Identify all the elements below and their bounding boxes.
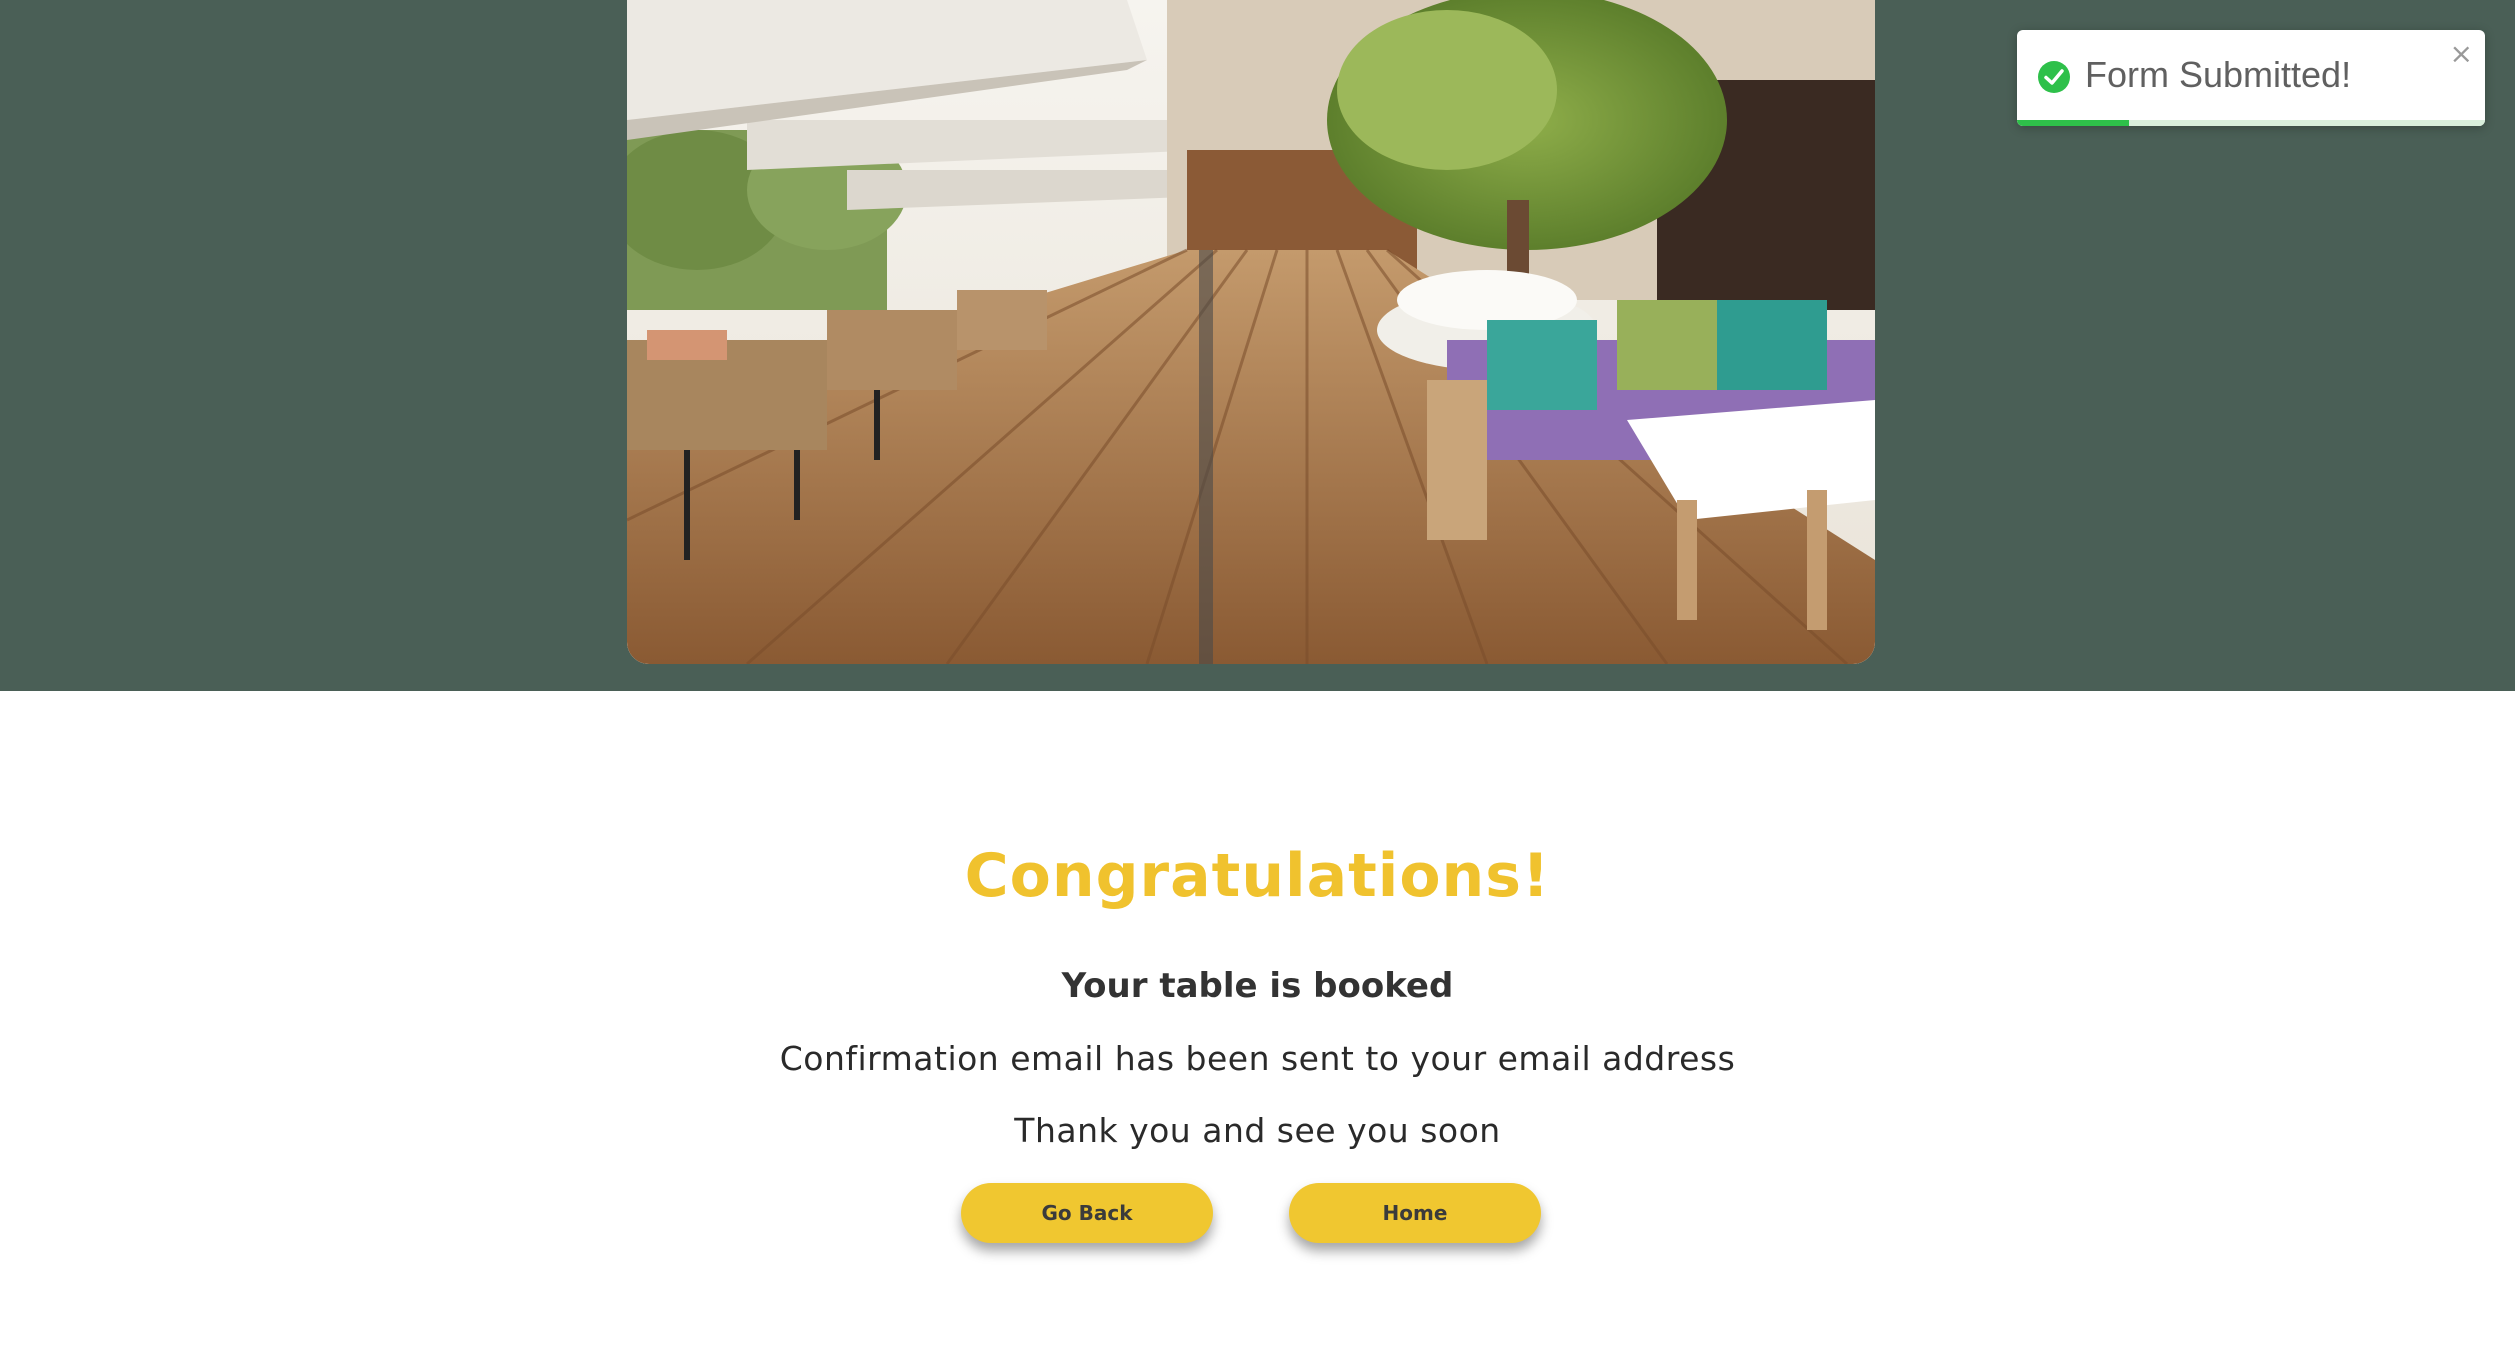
toast-progress-fill [2017,120,2130,126]
home-button[interactable]: Home [1289,1183,1541,1243]
terrace-illustration [627,0,1875,664]
hero-image [627,0,1875,664]
go-back-button[interactable]: Go Back [961,1183,1213,1243]
toast-message: Form Submitted! [2085,54,2352,95]
confirmation-message: Confirmation email has been sent to your… [779,1039,1736,1078]
toast-notification: Form Submitted! × [2017,30,2485,126]
booking-status-heading: Your table is booked [1061,966,1454,1006]
close-icon[interactable]: × [2450,40,2473,68]
toast-progress-bar [2017,120,2485,126]
thank-you-message: Thank you and see you soon [1014,1111,1501,1150]
page-title: Congratulations! [964,841,1551,911]
check-circle-icon [2038,61,2070,93]
